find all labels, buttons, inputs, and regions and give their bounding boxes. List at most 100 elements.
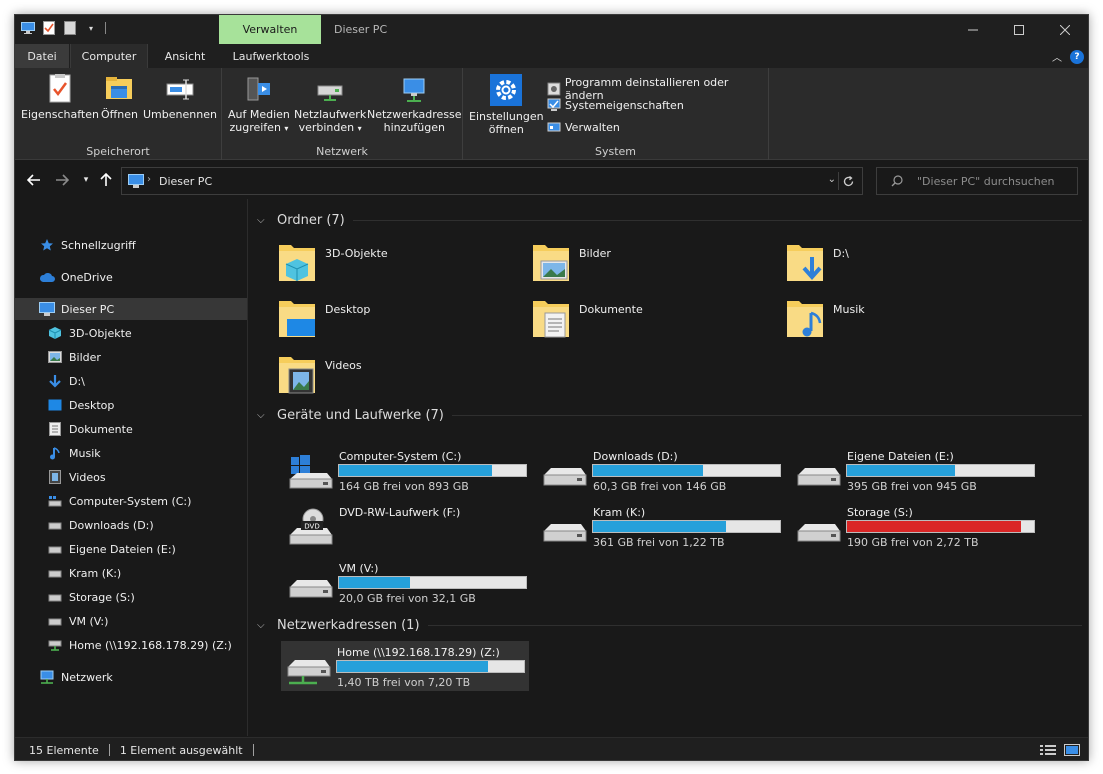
- folder-name: Dokumente: [579, 303, 643, 316]
- folder-d-drive[interactable]: D:\: [779, 239, 1019, 289]
- search-input[interactable]: "Dieser PC" durchsuchen: [876, 167, 1078, 195]
- address-history-chevron-icon[interactable]: ⌄: [828, 174, 836, 185]
- folder-name: 3D-Objekte: [325, 247, 388, 260]
- ribbon-help-area: ︿ ?: [1052, 49, 1084, 64]
- help-icon[interactable]: ?: [1070, 49, 1084, 64]
- tab-datei[interactable]: Datei: [15, 44, 69, 68]
- collapse-ribbon-icon[interactable]: ︿: [1052, 49, 1062, 64]
- nav-drive-e[interactable]: Eigene Dateien (E:): [15, 538, 247, 560]
- new-folder-icon[interactable]: [63, 21, 77, 35]
- umbenennen-label: Umbenennen: [143, 108, 217, 121]
- systemeigenschaften-button[interactable]: Systemeigenschaften: [547, 98, 684, 112]
- eigenschaften-button[interactable]: Eigenschaften: [21, 74, 99, 121]
- verwalten-button[interactable]: Verwalten: [547, 120, 620, 134]
- back-arrow-icon[interactable]: [25, 171, 43, 189]
- folder-desktop[interactable]: Desktop: [271, 295, 511, 345]
- recent-locations-chevron-icon[interactable]: ▾: [77, 171, 95, 189]
- drive-e[interactable]: Eigene Dateien (E:) 395 GB frei von 945 …: [791, 445, 1041, 495]
- network-icon: [39, 669, 55, 685]
- drive-icon: [47, 517, 63, 533]
- tab-verwalten[interactable]: Verwalten: [219, 15, 321, 44]
- einstellungen-oeffnen-button[interactable]: Einstellungen öffnen: [469, 74, 544, 136]
- minimize-button[interactable]: [950, 15, 996, 44]
- folder-videos[interactable]: Videos: [271, 351, 511, 401]
- breadcrumb[interactable]: Dieser PC: [159, 175, 212, 188]
- group-system: Einstellungen öffnen Programm deinstalli…: [463, 68, 769, 160]
- nav-label: Storage (S:): [69, 590, 135, 604]
- drive-d[interactable]: Downloads (D:) 60,3 GB frei von 146 GB: [537, 445, 787, 495]
- drive-icon: [47, 565, 63, 581]
- section-ordner[interactable]: ⌵ Ordner (7): [257, 210, 1082, 230]
- folder-pictures-icon: [533, 245, 569, 281]
- view-switcher: [1040, 744, 1080, 759]
- network-drive-z[interactable]: Home (\\192.168.178.29) (Z:) 1,40 TB fre…: [281, 641, 529, 691]
- tab-laufwerktools[interactable]: Laufwerktools: [221, 44, 321, 68]
- eigenschaften-label: Eigenschaften: [21, 108, 99, 121]
- nav-label: Netzwerk: [61, 670, 113, 684]
- folder-name: D:\: [833, 247, 849, 260]
- nav-drive-c[interactable]: Computer-System (C:): [15, 490, 247, 512]
- folder-music-icon: [787, 301, 823, 337]
- tab-ansicht[interactable]: Ansicht: [149, 44, 221, 68]
- nav-musik[interactable]: Musik: [15, 442, 247, 464]
- refresh-icon[interactable]: [838, 172, 858, 190]
- selection-count: 1 Element ausgewählt: [119, 743, 243, 757]
- folder-bilder[interactable]: Bilder: [525, 239, 765, 289]
- nav-3d-objekte[interactable]: 3D-Objekte: [15, 322, 247, 344]
- auf-medien-zugreifen-button[interactable]: Auf Medien zugreifen ▾: [228, 74, 290, 135]
- maximize-button[interactable]: [996, 15, 1042, 44]
- nav-d-drive[interactable]: D:\: [15, 370, 247, 392]
- folder-3d-objekte[interactable]: 3D-Objekte: [271, 239, 511, 289]
- forward-arrow-icon[interactable]: [53, 171, 71, 189]
- section-geraete[interactable]: ⌵ Geräte und Laufwerke (7): [257, 405, 1082, 425]
- up-arrow-icon[interactable]: [97, 171, 115, 189]
- status-divider: [252, 744, 254, 756]
- nav-label: Bilder: [69, 350, 101, 364]
- nav-drive-v[interactable]: VM (V:): [15, 610, 247, 632]
- systemeigenschaften-label: Systemeigenschaften: [565, 98, 684, 112]
- nav-dieser-pc[interactable]: Dieser PC: [15, 298, 247, 320]
- nav-drive-d[interactable]: Downloads (D:): [15, 514, 247, 536]
- open-folder-icon: [106, 77, 133, 99]
- drive-k[interactable]: Kram (K:) 361 GB frei von 1,22 TB: [537, 501, 787, 551]
- ribbon-tab-row: Datei Computer Ansicht Laufwerktools ︿ ?: [15, 44, 1088, 68]
- nav-videos[interactable]: Videos: [15, 466, 247, 488]
- folder-3d-objects-icon: [279, 245, 315, 281]
- oeffnen-button[interactable]: Öffnen: [101, 74, 138, 121]
- folder-videos-icon: [279, 357, 315, 394]
- address-bar[interactable]: › Dieser PC ⌄: [121, 167, 863, 195]
- tiles-view-icon[interactable]: [1064, 744, 1080, 759]
- umbenennen-button[interactable]: Umbenennen: [143, 74, 217, 121]
- tab-computer[interactable]: Computer: [70, 44, 148, 68]
- hard-drive-icon: [289, 580, 333, 598]
- pc-icon[interactable]: [21, 21, 35, 35]
- nav-onedrive[interactable]: OneDrive: [15, 266, 247, 288]
- nav-bilder[interactable]: Bilder: [15, 346, 247, 368]
- customize-chevron-icon[interactable]: ▾: [84, 21, 98, 35]
- drive-c[interactable]: Computer-System (C:) 164 GB frei von 893…: [283, 445, 533, 495]
- nav-dokumente[interactable]: Dokumente: [15, 418, 247, 440]
- details-view-icon[interactable]: [1040, 744, 1056, 759]
- netzwerkadresse-hinzufuegen-button[interactable]: Netzwerkadresse hinzufügen: [367, 74, 462, 134]
- netzlaufwerk-verbinden-button[interactable]: Netzlaufwerk verbinden ▾: [294, 74, 366, 135]
- drive-icon: [47, 589, 63, 605]
- drive-usage-bar: [592, 464, 781, 477]
- hard-drive-icon: [543, 524, 587, 542]
- system-group-label: System: [594, 145, 637, 158]
- nav-desktop[interactable]: Desktop: [15, 394, 247, 416]
- nav-schnellzugriff[interactable]: Schnellzugriff: [15, 234, 247, 256]
- nav-label: OneDrive: [61, 270, 113, 284]
- folder-musik[interactable]: Musik: [779, 295, 1019, 345]
- folder-dokumente[interactable]: Dokumente: [525, 295, 765, 345]
- nav-drive-z[interactable]: Home (\\192.168.178.29) (Z:): [15, 634, 247, 656]
- section-netzwerkadressen[interactable]: ⌵ Netzwerkadressen (1): [257, 615, 1082, 635]
- settings-gear-icon: [490, 74, 523, 106]
- drive-s[interactable]: Storage (S:) 190 GB frei von 2,72 TB: [791, 501, 1041, 551]
- drive-v[interactable]: VM (V:) 20,0 GB frei von 32,1 GB: [283, 557, 533, 607]
- drive-f-dvd[interactable]: DVD DVD-RW-Laufwerk (F:): [283, 501, 533, 551]
- nav-drive-s[interactable]: Storage (S:): [15, 586, 247, 608]
- nav-netzwerk[interactable]: Netzwerk: [15, 666, 247, 688]
- nav-drive-k[interactable]: Kram (K:): [15, 562, 247, 584]
- close-button[interactable]: [1042, 15, 1088, 44]
- properties-icon[interactable]: [42, 21, 56, 35]
